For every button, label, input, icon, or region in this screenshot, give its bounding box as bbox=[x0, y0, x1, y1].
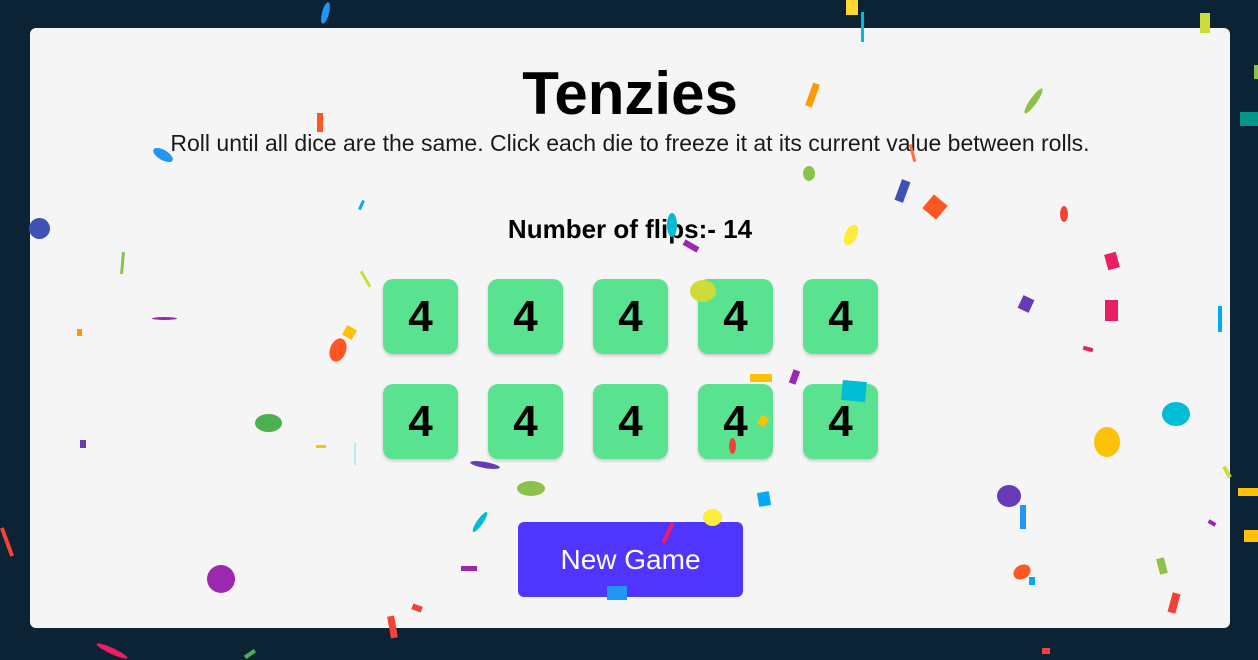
tenzies-page: Tenzies Roll until all dice are the same… bbox=[0, 0, 1258, 660]
page-title: Tenzies bbox=[522, 60, 738, 127]
die[interactable]: 4 bbox=[593, 279, 668, 354]
confetti-piece bbox=[1244, 530, 1258, 542]
die[interactable]: 4 bbox=[803, 279, 878, 354]
confetti-piece bbox=[243, 648, 257, 660]
confetti-piece bbox=[1240, 112, 1258, 126]
die[interactable]: 4 bbox=[698, 384, 773, 459]
dice-grid: 4 4 4 4 4 4 4 4 4 4 bbox=[383, 279, 878, 459]
die[interactable]: 4 bbox=[488, 279, 563, 354]
game-card: Tenzies Roll until all dice are the same… bbox=[30, 28, 1230, 628]
confetti-piece bbox=[319, 1, 332, 25]
flips-counter: Number of flips:- 14 bbox=[507, 214, 753, 244]
confetti-piece bbox=[95, 641, 129, 660]
die[interactable]: 4 bbox=[803, 384, 878, 459]
confetti-piece bbox=[1238, 488, 1258, 496]
confetti-piece bbox=[0, 527, 15, 557]
new-game-button[interactable]: New Game bbox=[518, 522, 743, 597]
die[interactable]: 4 bbox=[698, 279, 773, 354]
die[interactable]: 4 bbox=[593, 384, 668, 459]
confetti-piece bbox=[846, 0, 858, 15]
die[interactable]: 4 bbox=[383, 279, 458, 354]
confetti-piece bbox=[1042, 648, 1050, 654]
confetti-piece bbox=[1254, 65, 1258, 79]
die[interactable]: 4 bbox=[488, 384, 563, 459]
instructions-text: Roll until all dice are the same. Click … bbox=[170, 130, 1090, 156]
die[interactable]: 4 bbox=[383, 384, 458, 459]
